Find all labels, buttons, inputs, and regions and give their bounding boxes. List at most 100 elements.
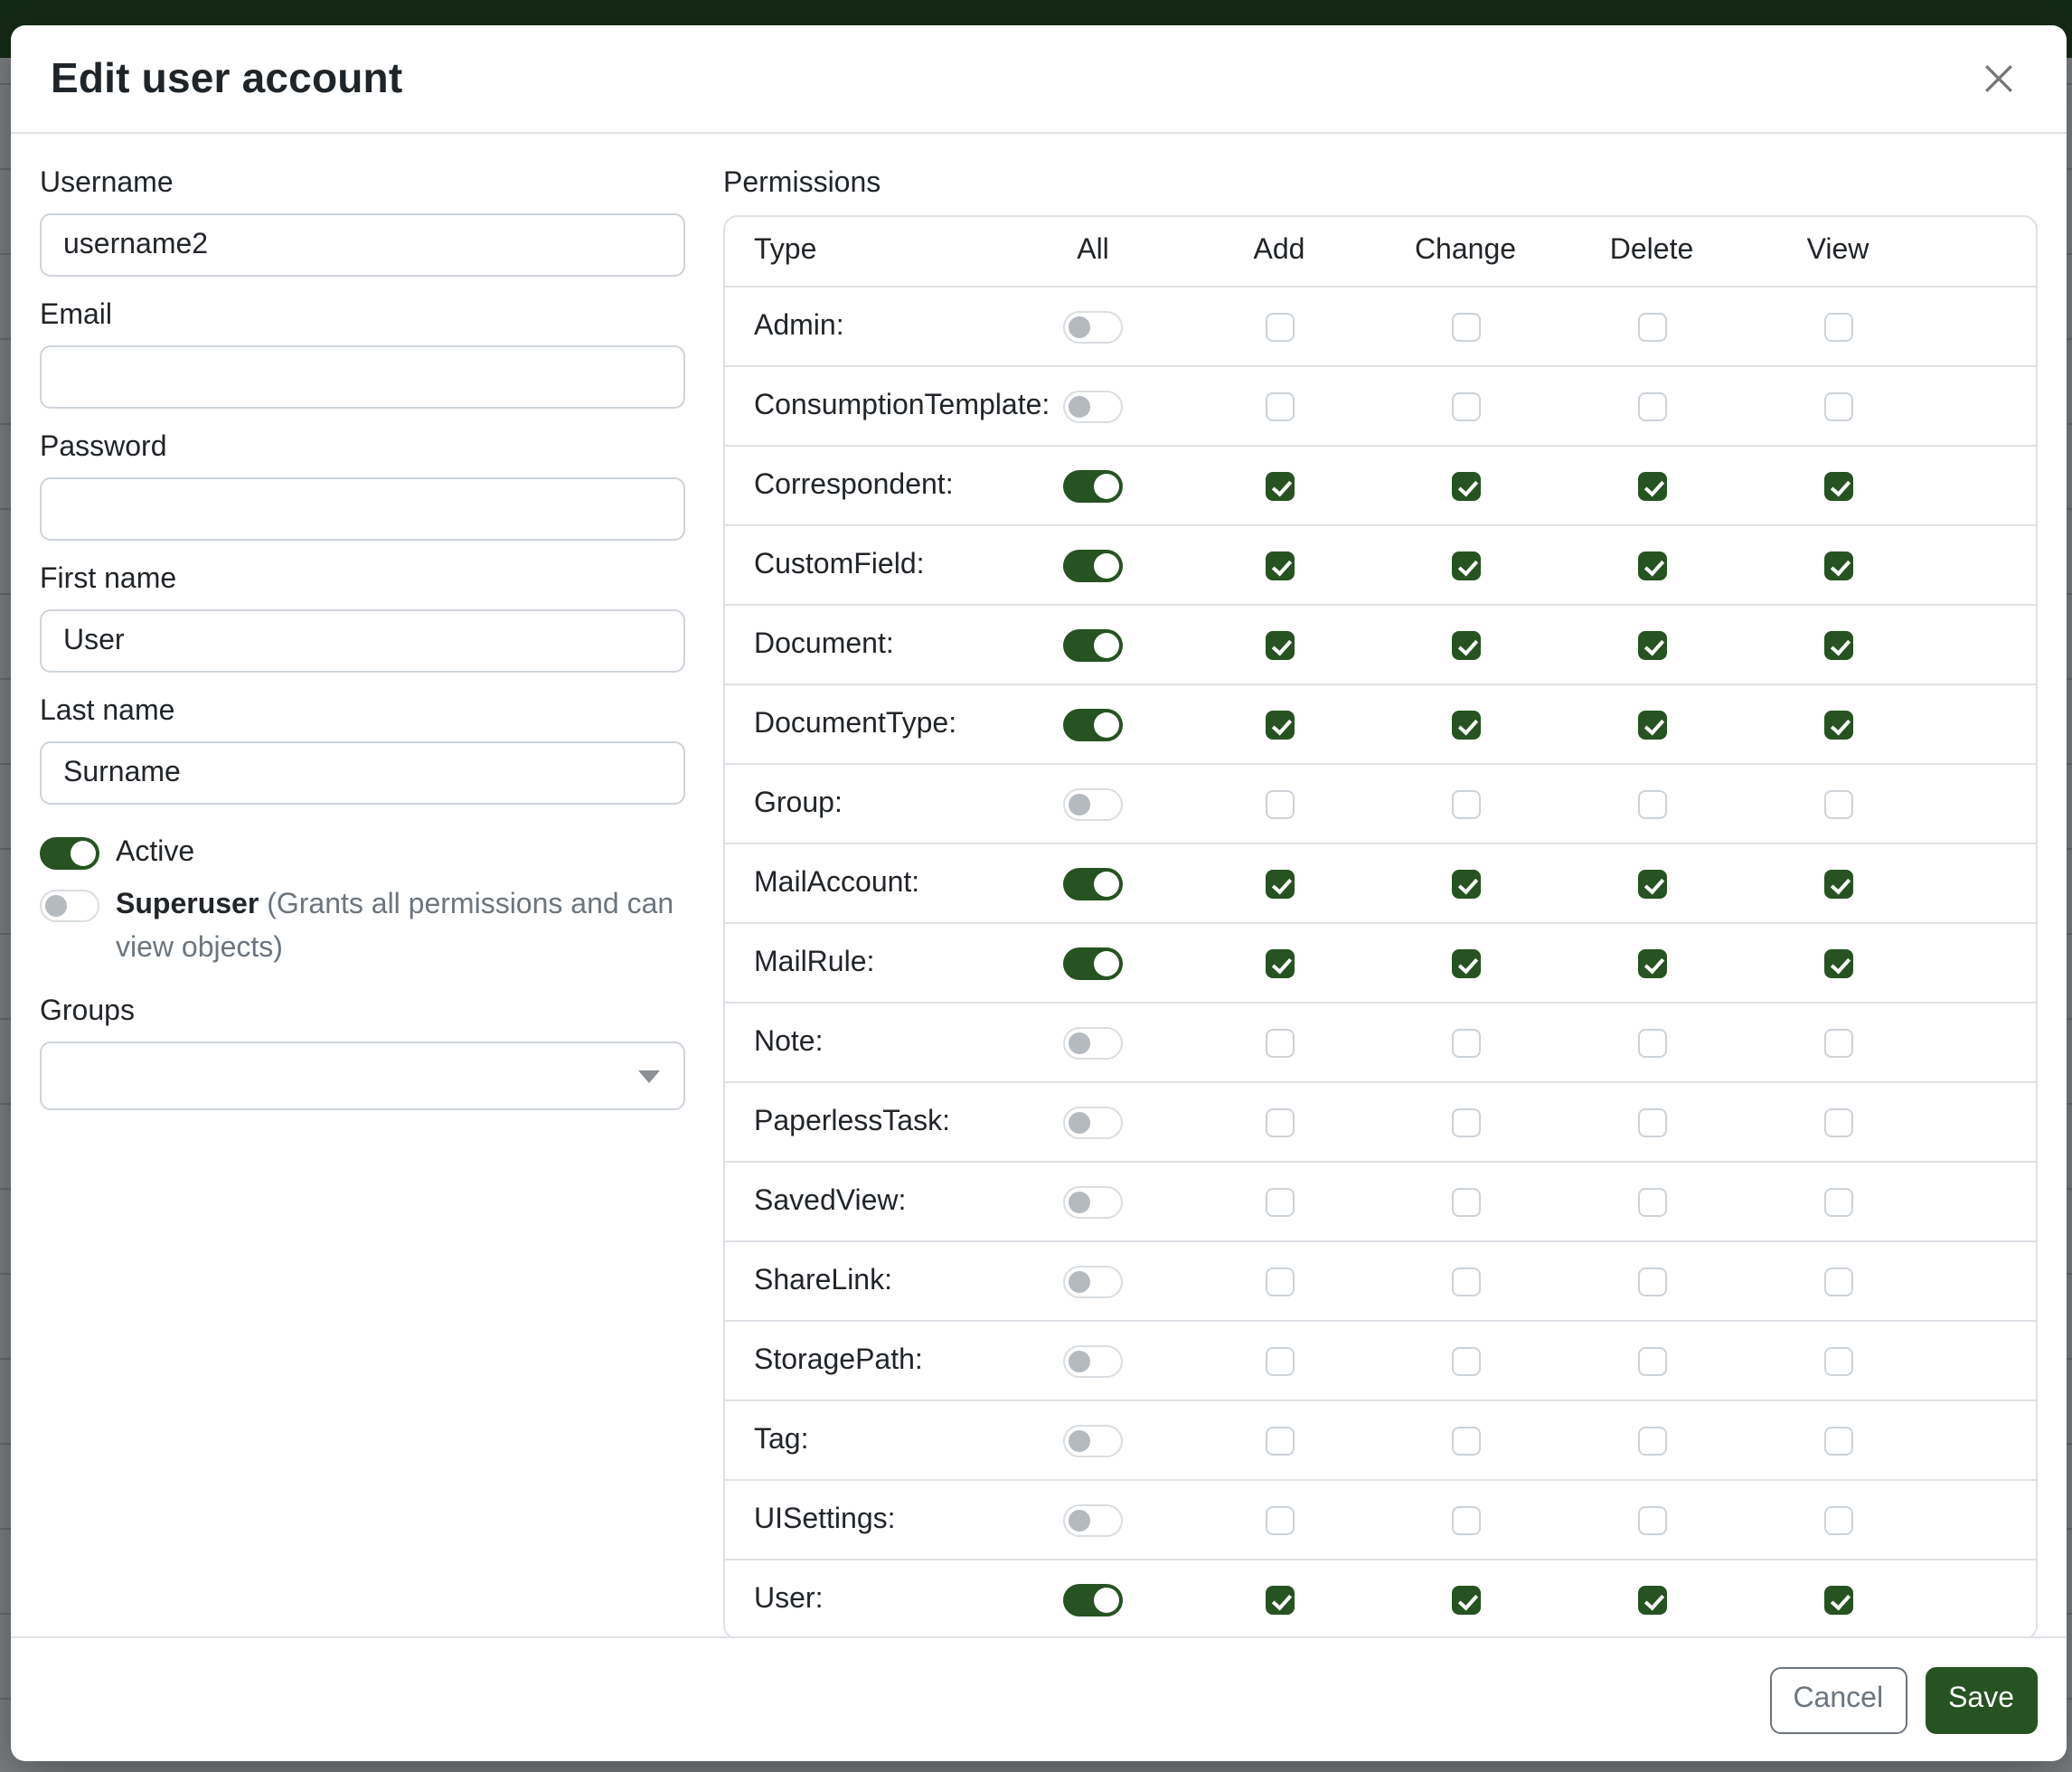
view-checkbox[interactable]	[1823, 551, 1852, 580]
add-checkbox[interactable]	[1265, 789, 1294, 818]
change-checkbox[interactable]	[1451, 1028, 1480, 1057]
delete-checkbox[interactable]	[1637, 948, 1666, 977]
add-checkbox[interactable]	[1265, 1585, 1294, 1614]
view-checkbox[interactable]	[1823, 312, 1852, 341]
all-toggle[interactable]	[1063, 867, 1123, 900]
view-checkbox[interactable]	[1823, 391, 1852, 420]
delete-checkbox[interactable]	[1637, 1585, 1666, 1614]
all-toggle[interactable]	[1063, 310, 1123, 343]
change-checkbox[interactable]	[1451, 312, 1480, 341]
all-toggle[interactable]	[1063, 947, 1123, 979]
permission-type-label: Note:	[725, 1026, 1000, 1059]
change-checkbox[interactable]	[1451, 391, 1480, 420]
cancel-button[interactable]: Cancel	[1769, 1666, 1907, 1733]
view-checkbox[interactable]	[1823, 710, 1852, 739]
active-toggle[interactable]	[40, 837, 99, 870]
add-checkbox[interactable]	[1265, 948, 1294, 977]
all-toggle[interactable]	[1063, 1344, 1123, 1377]
delete-checkbox[interactable]	[1637, 1426, 1666, 1455]
all-toggle[interactable]	[1063, 1185, 1123, 1218]
view-checkbox[interactable]	[1823, 869, 1852, 898]
all-toggle[interactable]	[1063, 787, 1123, 820]
all-toggle[interactable]	[1063, 1583, 1123, 1616]
add-checkbox[interactable]	[1265, 869, 1294, 898]
delete-checkbox[interactable]	[1637, 1108, 1666, 1136]
add-checkbox[interactable]	[1265, 1108, 1294, 1136]
change-checkbox[interactable]	[1451, 1505, 1480, 1534]
close-button[interactable]	[1974, 54, 2023, 103]
all-toggle[interactable]	[1063, 708, 1123, 740]
delete-checkbox[interactable]	[1637, 312, 1666, 341]
view-checkbox[interactable]	[1823, 1585, 1852, 1614]
add-checkbox[interactable]	[1265, 551, 1294, 580]
permission-type-label: MailAccount:	[725, 867, 1000, 900]
change-checkbox[interactable]	[1451, 551, 1480, 580]
view-checkbox[interactable]	[1823, 1108, 1852, 1136]
change-checkbox[interactable]	[1451, 1585, 1480, 1614]
change-checkbox[interactable]	[1451, 710, 1480, 739]
all-toggle[interactable]	[1063, 549, 1123, 581]
delete-checkbox[interactable]	[1637, 471, 1666, 500]
superuser-label-wrap: Superuser (Grants all permissions and ca…	[116, 884, 685, 971]
change-checkbox[interactable]	[1451, 1426, 1480, 1455]
add-checkbox[interactable]	[1265, 630, 1294, 659]
view-checkbox[interactable]	[1823, 1346, 1852, 1375]
change-checkbox[interactable]	[1451, 1108, 1480, 1136]
groups-select[interactable]	[40, 1042, 685, 1110]
delete-checkbox[interactable]	[1637, 1267, 1666, 1296]
change-checkbox[interactable]	[1451, 1346, 1480, 1375]
first-name-input[interactable]	[40, 609, 685, 673]
delete-checkbox[interactable]	[1637, 1505, 1666, 1534]
change-checkbox[interactable]	[1451, 1187, 1480, 1216]
view-checkbox[interactable]	[1823, 1187, 1852, 1216]
last-name-input[interactable]	[40, 741, 685, 805]
view-checkbox[interactable]	[1823, 1505, 1852, 1534]
change-checkbox[interactable]	[1451, 948, 1480, 977]
all-toggle[interactable]	[1063, 628, 1123, 661]
delete-checkbox[interactable]	[1637, 630, 1666, 659]
change-checkbox[interactable]	[1451, 471, 1480, 500]
all-toggle[interactable]	[1063, 469, 1123, 502]
password-field[interactable]	[40, 477, 685, 541]
delete-checkbox[interactable]	[1637, 710, 1666, 739]
add-checkbox[interactable]	[1265, 1028, 1294, 1057]
change-checkbox[interactable]	[1451, 789, 1480, 818]
email-field[interactable]	[40, 345, 685, 409]
all-toggle[interactable]	[1063, 1026, 1123, 1059]
all-toggle[interactable]	[1063, 1265, 1123, 1297]
permission-row: ShareLink:	[725, 1240, 2036, 1320]
change-checkbox[interactable]	[1451, 1267, 1480, 1296]
save-button[interactable]: Save	[1925, 1666, 2038, 1733]
change-checkbox[interactable]	[1451, 630, 1480, 659]
add-checkbox[interactable]	[1265, 391, 1294, 420]
all-toggle[interactable]	[1063, 390, 1123, 422]
superuser-toggle[interactable]	[40, 890, 99, 922]
add-checkbox[interactable]	[1265, 312, 1294, 341]
view-checkbox[interactable]	[1823, 1426, 1852, 1455]
add-checkbox[interactable]	[1265, 1426, 1294, 1455]
add-checkbox[interactable]	[1265, 1505, 1294, 1534]
view-checkbox[interactable]	[1823, 1028, 1852, 1057]
view-checkbox[interactable]	[1823, 948, 1852, 977]
add-checkbox[interactable]	[1265, 471, 1294, 500]
delete-checkbox[interactable]	[1637, 869, 1666, 898]
delete-checkbox[interactable]	[1637, 789, 1666, 818]
view-checkbox[interactable]	[1823, 789, 1852, 818]
add-checkbox[interactable]	[1265, 1267, 1294, 1296]
all-toggle[interactable]	[1063, 1424, 1123, 1456]
delete-checkbox[interactable]	[1637, 1028, 1666, 1057]
delete-checkbox[interactable]	[1637, 391, 1666, 420]
delete-checkbox[interactable]	[1637, 551, 1666, 580]
delete-checkbox[interactable]	[1637, 1187, 1666, 1216]
view-checkbox[interactable]	[1823, 630, 1852, 659]
view-checkbox[interactable]	[1823, 1267, 1852, 1296]
view-checkbox[interactable]	[1823, 471, 1852, 500]
add-checkbox[interactable]	[1265, 1187, 1294, 1216]
change-checkbox[interactable]	[1451, 869, 1480, 898]
add-checkbox[interactable]	[1265, 710, 1294, 739]
all-toggle[interactable]	[1063, 1503, 1123, 1536]
all-toggle[interactable]	[1063, 1106, 1123, 1138]
username-input[interactable]	[40, 213, 685, 277]
add-checkbox[interactable]	[1265, 1346, 1294, 1375]
delete-checkbox[interactable]	[1637, 1346, 1666, 1375]
